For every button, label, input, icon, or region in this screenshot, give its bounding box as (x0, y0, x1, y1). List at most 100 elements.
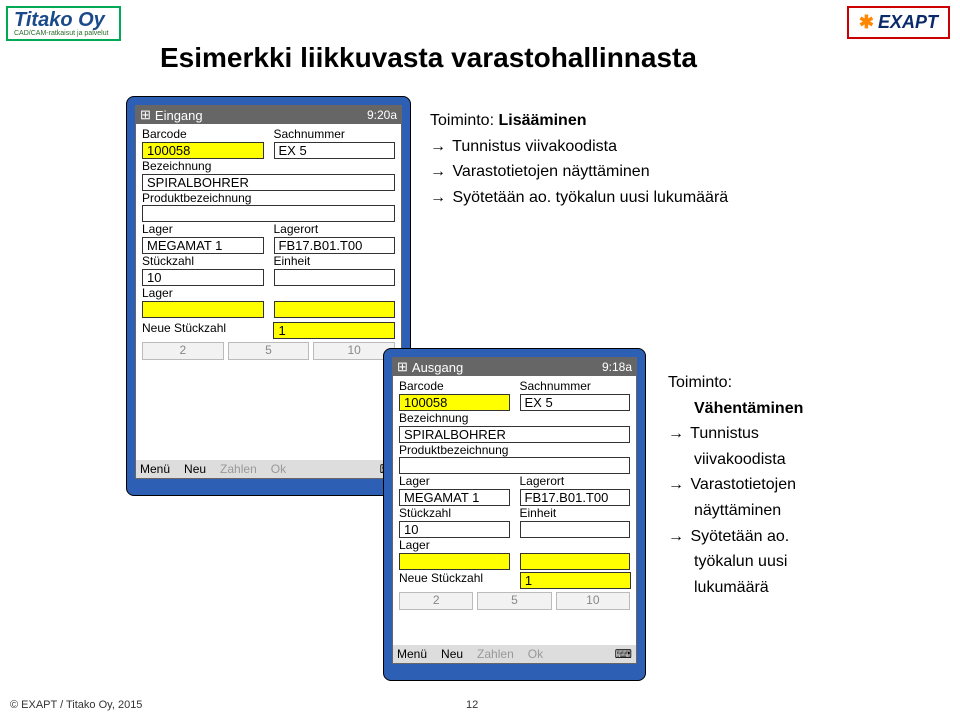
field-neue[interactable]: 1 (273, 322, 394, 339)
field-barcode[interactable]: 100058 (142, 142, 264, 159)
logo-subtitle: CAD/CAM-ratkaisut ja palvelut (14, 30, 109, 37)
field-empty[interactable] (520, 553, 631, 570)
label-lager: Lager (142, 223, 264, 237)
label-lager2: Lager (142, 287, 264, 301)
line-text: näyttäminen (668, 498, 803, 524)
line-text: Syötetään ao. työkalun uusi lukumäärä (448, 189, 728, 206)
label-barcode: Barcode (399, 380, 510, 394)
label-einheit: Einheit (274, 255, 396, 269)
window-title: Ausgang (412, 360, 602, 375)
field-bezeichnung[interactable]: SPIRALBOHRER (142, 174, 395, 191)
label-produktbez: Produktbezeichnung (399, 444, 630, 458)
footer-copyright: © EXAPT / Titako Oy, 2015 (10, 699, 142, 711)
form: Barcode100058 SachnummerEX 5 Bezeichnung… (393, 376, 636, 645)
menu-ok[interactable]: Ok (271, 462, 286, 476)
keyboard-icon[interactable]: ⌨ (615, 647, 632, 661)
arrow-icon: → (668, 425, 684, 442)
label-neue: Neue Stückzahl (399, 572, 510, 586)
num-button-10[interactable]: 10 (556, 592, 630, 610)
label-sachnummer: Sachnummer (274, 128, 396, 142)
menubar: Menü Neu Zahlen Ok ⌨ (393, 645, 636, 663)
label-bezeichnung: Bezeichnung (142, 160, 395, 174)
logo-company: Titako Oy (14, 10, 109, 30)
arrow-icon: → (430, 189, 446, 206)
window-icon: ⊞ (140, 107, 151, 123)
menu-neu[interactable]: Neu (441, 647, 463, 661)
pda-screen: ⊞ Eingang 9:20a Barcode100058 Sachnummer… (135, 105, 402, 479)
field-produktbez[interactable] (142, 205, 395, 222)
label-stueckzahl: Stückzahl (142, 255, 264, 269)
gear-icon: ✱ (859, 12, 874, 33)
menu-menu[interactable]: Menü (140, 462, 170, 476)
label-neue: Neue Stückzahl (142, 322, 263, 336)
topic-value: Vähentäminen (668, 396, 803, 422)
arrow-icon: → (668, 476, 684, 493)
field-neue[interactable]: 1 (520, 572, 631, 589)
clock: 9:20a (367, 108, 397, 122)
field-barcode[interactable]: 100058 (399, 394, 510, 411)
logo-right: ✱ EXAPT (847, 6, 950, 39)
num-button-2[interactable]: 2 (142, 342, 224, 360)
menubar: Menü Neu Zahlen Ok ⌨ (136, 460, 401, 478)
field-lager2[interactable] (399, 553, 510, 570)
menu-menu[interactable]: Menü (397, 647, 427, 661)
pda-screen: ⊞ Ausgang 9:18a Barcode100058 Sachnummer… (392, 357, 637, 664)
field-stueckzahl[interactable]: 10 (399, 521, 510, 538)
line-text: lukumäärä (668, 575, 803, 601)
pda-eingang: ⊞ Eingang 9:20a Barcode100058 Sachnummer… (126, 96, 411, 496)
field-einheit[interactable] (520, 521, 631, 538)
line-text: Varastotietojen näyttäminen (448, 163, 650, 180)
arrow-icon: → (430, 138, 446, 155)
page-title: Esimerkki liikkuvasta varastohallinnasta (160, 42, 697, 74)
page-number: 12 (466, 699, 478, 711)
menu-zahlen[interactable]: Zahlen (477, 647, 514, 661)
window-title: Eingang (155, 108, 367, 123)
field-lagerort[interactable]: FB17.B01.T00 (520, 489, 631, 506)
label-empty (520, 539, 631, 553)
topic-label: Toiminto: (668, 370, 803, 396)
field-sachnummer[interactable]: EX 5 (520, 394, 631, 411)
menu-ok[interactable]: Ok (528, 647, 543, 661)
label-produktbez: Produktbezeichnung (142, 192, 395, 206)
field-bezeichnung[interactable]: SPIRALBOHRER (399, 426, 630, 443)
field-lager[interactable]: MEGAMAT 1 (142, 237, 264, 254)
line-text: Varastotietojen (686, 476, 796, 493)
num-button-2[interactable]: 2 (399, 592, 473, 610)
window-icon: ⊞ (397, 359, 408, 375)
field-empty[interactable] (274, 301, 396, 318)
field-stueckzahl[interactable]: 10 (142, 269, 264, 286)
titlebar: ⊞ Eingang 9:20a (136, 106, 401, 124)
label-einheit: Einheit (520, 507, 631, 521)
num-button-5[interactable]: 5 (477, 592, 551, 610)
form: Barcode100058 SachnummerEX 5 Bezeichnung… (136, 124, 401, 460)
field-lagerort[interactable]: FB17.B01.T00 (274, 237, 396, 254)
field-einheit[interactable] (274, 269, 396, 286)
logo-left: Titako Oy CAD/CAM-ratkaisut ja palvelut (6, 6, 121, 41)
line-text: viivakoodista (668, 447, 803, 473)
line-text: Tunnistus (686, 425, 759, 442)
menu-neu[interactable]: Neu (184, 462, 206, 476)
label-empty (274, 287, 396, 301)
label-lagerort: Lagerort (520, 475, 631, 489)
text-block-vahentaminen: Toiminto: Vähentäminen → Tunnistus viiva… (668, 370, 803, 600)
text-block-lisaaminen: Toiminto: Lisääminen → Tunnistus viivako… (430, 108, 728, 210)
label-lagerort: Lagerort (274, 223, 396, 237)
field-sachnummer[interactable]: EX 5 (274, 142, 396, 159)
arrow-icon: → (668, 528, 684, 545)
arrow-icon: → (430, 163, 446, 180)
line-text: Tunnistus viivakoodista (448, 138, 617, 155)
topic-value: Lisääminen (498, 112, 586, 129)
label-lager2: Lager (399, 539, 510, 553)
field-lager[interactable]: MEGAMAT 1 (399, 489, 510, 506)
menu-zahlen[interactable]: Zahlen (220, 462, 257, 476)
num-button-5[interactable]: 5 (228, 342, 310, 360)
label-barcode: Barcode (142, 128, 264, 142)
clock: 9:18a (602, 360, 632, 374)
field-produktbez[interactable] (399, 457, 630, 474)
field-lager2[interactable] (142, 301, 264, 318)
logo-right-text: EXAPT (878, 12, 938, 33)
topic-label: Toiminto: (430, 112, 498, 129)
line-text: Syötetään ao. (686, 528, 789, 545)
pda-ausgang: ⊞ Ausgang 9:18a Barcode100058 Sachnummer… (383, 348, 646, 681)
label-stueckzahl: Stückzahl (399, 507, 510, 521)
